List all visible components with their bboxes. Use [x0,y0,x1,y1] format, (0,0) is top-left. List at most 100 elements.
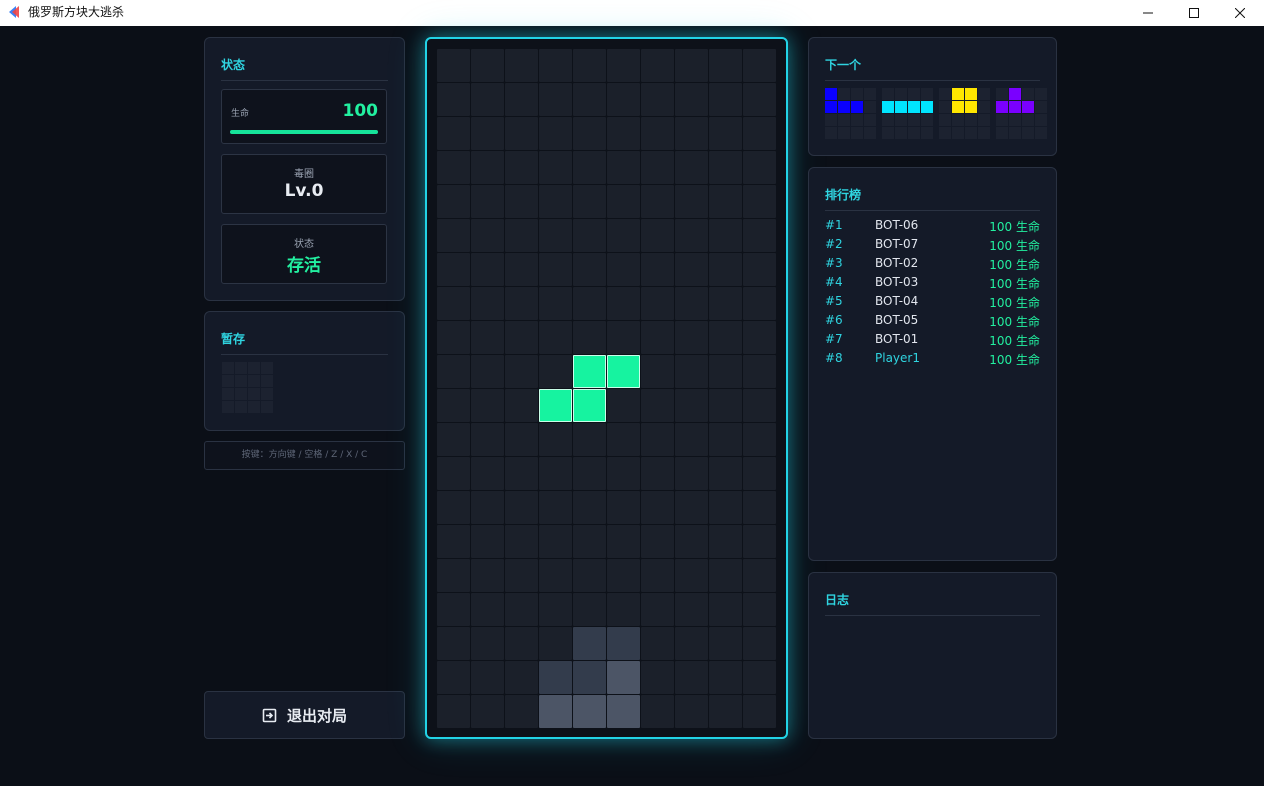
board-cell [641,321,674,354]
board-cell [437,525,470,558]
poison-box: 毒圈 Lv.0 [221,154,387,214]
hold-cell [222,362,234,374]
board-cell [641,83,674,116]
minimize-icon [1143,12,1153,14]
next-piece-block [965,88,977,100]
game-board[interactable] [425,37,788,739]
leaderboard-player-name: Player1 [875,351,920,365]
minimize-button[interactable] [1125,0,1171,26]
next-empty-cell [939,88,951,100]
board-cell [641,525,674,558]
board-cell [539,287,572,320]
next-empty-cell [838,114,850,126]
maximize-button[interactable] [1171,0,1217,26]
hold-cell [261,401,273,413]
board-cell [437,661,470,694]
board-cell [505,423,538,456]
board-cell [539,83,572,116]
board-cell [743,253,776,286]
hold-cell [235,362,247,374]
board-cell [471,559,504,592]
board-cell [573,593,606,626]
board-grid [437,49,776,728]
board-cell [471,151,504,184]
board-cell [437,627,470,660]
ghost-piece-block [539,695,572,728]
board-cell [539,321,572,354]
ghost-piece-block [607,627,640,660]
exit-match-button[interactable]: 退出对局 [204,691,405,739]
board-cell [437,321,470,354]
board-cell [675,219,708,252]
hold-cell [248,362,260,374]
leaderboard-hp: 100 生命 [989,220,1040,234]
next-empty-cell [978,127,990,139]
board-cell [471,49,504,82]
board-cell [607,117,640,150]
next-empty-cell [1035,101,1047,113]
leaderboard-hp: 100 生命 [989,315,1040,329]
next-piece-block [1009,101,1021,113]
hold-cell [261,388,273,400]
board-cell [743,287,776,320]
board-cell [505,593,538,626]
board-cell [607,457,640,490]
board-cell [573,151,606,184]
board-cell [743,83,776,116]
maximize-icon [1189,8,1199,18]
hp-bar-fill [230,130,378,134]
board-cell [641,219,674,252]
board-cell [675,355,708,388]
app-icon [9,6,19,18]
next-empty-cell [895,88,907,100]
board-cell [607,185,640,218]
divider [825,80,1040,81]
board-cell [437,491,470,524]
next-empty-cell [939,114,951,126]
board-cell [675,457,708,490]
board-cell [675,695,708,728]
next-empty-cell [864,127,876,139]
board-cell [573,219,606,252]
next-empty-cell [952,127,964,139]
board-cell [505,321,538,354]
next-empty-cell [1035,88,1047,100]
leaderboard-player-name: BOT-04 [875,294,919,308]
board-cell [471,457,504,490]
board-cell [709,253,742,286]
board-cell [709,117,742,150]
board-cell [675,117,708,150]
board-cell [743,695,776,728]
next-piece-O [939,88,990,139]
board-cell [471,287,504,320]
board-cell [573,559,606,592]
board-cell [743,491,776,524]
board-cell [539,423,572,456]
board-cell [607,253,640,286]
board-cell [607,593,640,626]
board-cell [675,559,708,592]
next-empty-cell [882,127,894,139]
board-cell [607,219,640,252]
board-cell [437,559,470,592]
board-cell [539,219,572,252]
hold-cell [248,388,260,400]
board-cell [743,151,776,184]
board-cell [743,559,776,592]
next-piece-block [921,101,933,113]
leaderboard-rank: #1 [825,218,843,232]
close-button[interactable] [1217,0,1263,26]
hp-value: 100 [342,101,379,121]
leaderboard-player-name: BOT-07 [875,237,919,251]
leaderboard-player-name: BOT-03 [875,275,919,289]
board-cell [641,559,674,592]
leaderboard-row: #5 BOT-04 100 生命 [825,294,1040,313]
board-cell [505,457,538,490]
board-cell [709,355,742,388]
leaderboard-rank: #8 [825,351,843,365]
board-cell [743,49,776,82]
board-cell [505,83,538,116]
next-piece-block [1009,88,1021,100]
board-cell [471,219,504,252]
divider [221,80,388,81]
